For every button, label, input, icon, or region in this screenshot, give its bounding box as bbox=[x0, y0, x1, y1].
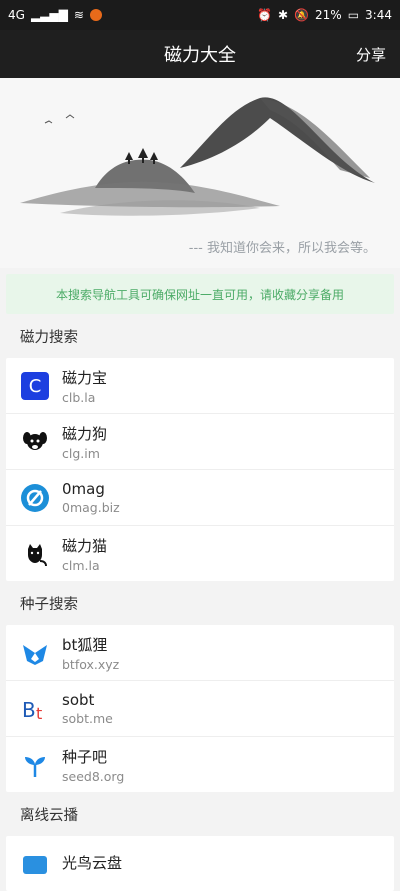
list-item[interactable]: bt狐狸 btfox.xyz bbox=[6, 625, 394, 681]
fox-icon bbox=[20, 638, 50, 668]
section-title-magnet: 磁力搜索 bbox=[20, 329, 78, 346]
item-url: clb.la bbox=[62, 389, 96, 405]
blue-box-icon bbox=[20, 849, 50, 879]
alarm-icon: ⏰ bbox=[257, 8, 273, 22]
signal-bars-icon: ▂▃▅▇ bbox=[30, 8, 68, 22]
svg-text:C: C bbox=[29, 376, 42, 397]
item-name: 光鸟云盘 bbox=[62, 854, 123, 872]
svg-text:t: t bbox=[36, 704, 42, 723]
dog-icon bbox=[20, 427, 50, 457]
list-item[interactable]: 磁力猫 clm.la bbox=[6, 526, 394, 581]
hero-banner: --- 我知道你会来，所以我会等。 bbox=[0, 78, 400, 268]
section-title-cloud: 离线云播 bbox=[20, 807, 78, 824]
item-name: bt狐狸 bbox=[62, 635, 108, 654]
item-url: clm.la bbox=[62, 557, 100, 573]
item-url: btfox.xyz bbox=[62, 656, 120, 672]
hero-quote: --- 我知道你会来，所以我会等。 bbox=[188, 241, 376, 256]
battery-percent: 21% bbox=[315, 8, 342, 22]
notice-banner: 本搜索导航工具可确保网址一直可用，请收藏分享备用 bbox=[6, 274, 394, 314]
app-notification-icon bbox=[89, 9, 102, 21]
mute-icon: 🔕 bbox=[294, 8, 310, 22]
item-url: sobt.me bbox=[62, 711, 113, 726]
svg-text:B: B bbox=[22, 698, 36, 722]
bt-letters-icon: B t bbox=[20, 694, 50, 724]
bluetooth-icon: ✱ bbox=[278, 8, 289, 22]
list-item[interactable]: 磁力狗 clg.im bbox=[6, 414, 394, 470]
list-item[interactable]: 光鸟云盘 bbox=[6, 836, 394, 891]
item-name: 种子吧 bbox=[62, 747, 108, 766]
item-url: 0mag.biz bbox=[62, 500, 120, 515]
app-bar: 磁力大全 分享 bbox=[0, 30, 400, 78]
item-name: 磁力猫 bbox=[62, 536, 108, 555]
app-title: 磁力大全 bbox=[164, 45, 236, 66]
torrent-search-list: bt狐狸 btfox.xyz B t sobt sobt.me 种子吧 seed… bbox=[6, 625, 394, 792]
list-item[interactable]: B t sobt sobt.me bbox=[6, 681, 394, 737]
section-title-torrent: 种子搜索 bbox=[20, 596, 78, 613]
item-url: seed8.org bbox=[62, 768, 125, 784]
item-name: 0mag bbox=[62, 480, 105, 498]
null-symbol-icon bbox=[20, 483, 50, 513]
cat-icon bbox=[20, 539, 50, 569]
sprout-icon bbox=[20, 750, 50, 780]
list-item[interactable]: 0mag 0mag.biz bbox=[6, 470, 394, 526]
item-name: 磁力宝 bbox=[62, 368, 108, 387]
wifi-icon: ≋ bbox=[73, 8, 84, 22]
item-url: clg.im bbox=[62, 445, 100, 461]
item-name: 磁力狗 bbox=[62, 424, 108, 443]
blue-c-icon: C bbox=[20, 371, 50, 401]
cloud-play-list: 光鸟云盘 bbox=[6, 836, 394, 891]
item-name: sobt bbox=[62, 691, 95, 709]
list-item[interactable]: 种子吧 seed8.org bbox=[6, 737, 394, 792]
status-bar: 4G ▂▃▅▇ ≋ ⏰ ✱ 🔕 21% ▭ 3:44 bbox=[0, 0, 400, 30]
magnet-search-list: C 磁力宝 clb.la 磁力狗 clg.im 0mag 0mag.biz 磁力… bbox=[6, 358, 394, 581]
signal-text: 4G bbox=[8, 8, 25, 22]
list-item[interactable]: C 磁力宝 clb.la bbox=[6, 358, 394, 414]
share-button[interactable]: 分享 bbox=[356, 44, 386, 65]
battery-icon: ▭ bbox=[347, 8, 360, 22]
clock: 3:44 bbox=[365, 8, 392, 22]
